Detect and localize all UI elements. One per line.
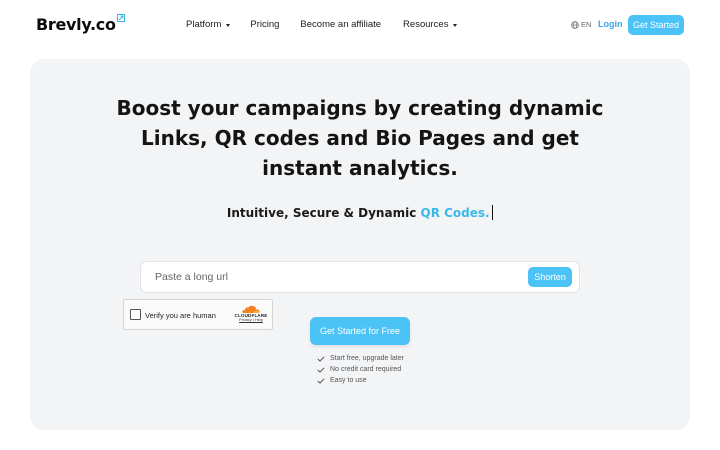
headline-line: instant analytics. (262, 156, 458, 180)
hero-headline: Boost your campaigns by creating dynamic… (30, 93, 690, 183)
nav-item-pricing[interactable]: Pricing (250, 19, 279, 30)
subline-prefix: Intuitive, Secure & Dynamic (226, 206, 417, 220)
chevron-down-icon (453, 23, 458, 27)
shorten-button[interactable]: Shorten (528, 267, 572, 287)
brand-name: Brevly.co (36, 15, 116, 34)
nav-item-label: Become an affiliate (300, 19, 382, 30)
feature-text: Start free, upgrade later (330, 355, 404, 362)
nav-item-resources[interactable]: Resources (403, 19, 458, 30)
nav-item-label: Pricing (250, 19, 280, 30)
login-link[interactable]: Login (598, 19, 623, 29)
headline-line: Links, QR codes and Bio Pages and get (141, 126, 579, 150)
chevron-down-icon (226, 23, 231, 27)
check-icon (317, 366, 325, 373)
nav-item-label: Resources (403, 19, 449, 30)
captcha-privacy-help-link[interactable]: Privacy • Help (232, 318, 270, 322)
list-item: Easy to use (317, 375, 404, 386)
list-item: Start free, upgrade later (317, 353, 404, 364)
check-icon (317, 377, 325, 384)
globe-icon (571, 20, 579, 29)
hero-subheadline: Intuitive, Secure & Dynamic QR Codes. (30, 205, 690, 220)
feature-list: Start free, upgrade later No credit card… (317, 353, 404, 386)
top-navigation: Brevly.co Platform Pricing Become an aff… (0, 0, 720, 50)
feature-text: No credit card required (330, 366, 402, 373)
captcha-provider-logo: CLOUDFLARE Privacy • Help (232, 304, 270, 322)
nav-item-label: Platform (186, 19, 222, 30)
feature-text: Easy to use (330, 377, 367, 384)
brand-logo[interactable]: Brevly.co (36, 14, 125, 34)
long-url-input[interactable] (155, 262, 515, 292)
list-item: No credit card required (317, 364, 404, 375)
language-selector[interactable]: EN (571, 20, 591, 29)
nav-menu: Platform Pricing Become an affiliate Res… (186, 19, 458, 30)
logo-arrow-icon (116, 14, 125, 22)
typing-cursor (491, 205, 494, 220)
get-started-button[interactable]: Get Started (628, 15, 684, 35)
captcha-checkbox[interactable] (130, 309, 141, 320)
hero-section: Boost your campaigns by creating dynamic… (30, 59, 690, 430)
get-started-free-button[interactable]: Get Started for Free (310, 317, 410, 345)
subline-accent: QR Codes. (420, 206, 490, 220)
headline-line: Boost your campaigns by creating dynamic (116, 96, 604, 120)
captcha-widget: Verify you are human CLOUDFLARE Privacy … (123, 299, 273, 330)
nav-item-platform[interactable]: Platform (186, 19, 231, 30)
url-shortener-form: Shorten (140, 261, 580, 293)
check-icon (317, 355, 325, 362)
language-code: EN (581, 20, 592, 29)
captcha-label: Verify you are human (145, 311, 216, 320)
nav-item-affiliate[interactable]: Become an affiliate (300, 19, 381, 30)
